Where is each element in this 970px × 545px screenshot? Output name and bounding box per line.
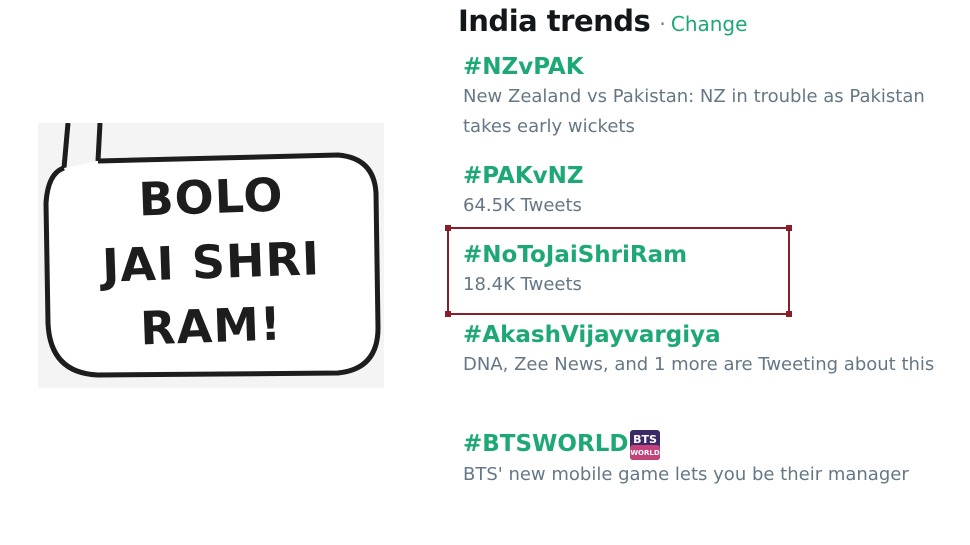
highlight-box bbox=[445, 225, 792, 317]
trend-name[interactable]: #AkashVijayvargiya bbox=[463, 320, 953, 350]
highlight-corner bbox=[786, 225, 792, 231]
trend-name[interactable]: #PAKvNZ bbox=[463, 161, 953, 191]
svg-text:WORLD: WORLD bbox=[631, 449, 661, 457]
trends-title: India trends bbox=[458, 4, 651, 38]
trend-tweet-count: 64.5K Tweets bbox=[463, 195, 582, 216]
highlight-corner bbox=[445, 311, 451, 317]
highlight-corner bbox=[786, 311, 792, 317]
speech-bubble-image: BOLO JAI SHRI RAM! bbox=[38, 123, 384, 388]
trends-header: India trends · Change bbox=[458, 4, 747, 38]
highlight-corner bbox=[445, 225, 451, 231]
trend-item[interactable]: #BTSWORLD BTS WORLD BTS' new mobile game… bbox=[463, 429, 953, 490]
trend-name-text[interactable]: #BTSWORLD bbox=[463, 431, 628, 457]
trend-description: New Zealand vs Pakistan: NZ in trouble a… bbox=[463, 86, 925, 137]
trend-item[interactable]: #PAKvNZ 64.5K Tweets bbox=[463, 161, 953, 221]
bts-world-icon: BTS WORLD bbox=[630, 430, 661, 460]
svg-text:BTS: BTS bbox=[634, 433, 658, 446]
trend-item[interactable]: #AkashVijayvargiya DNA, Zee News, and 1 … bbox=[463, 320, 953, 380]
trend-description: BTS' new mobile game lets you be their m… bbox=[463, 464, 909, 485]
trend-name[interactable]: #NZvPAK bbox=[463, 52, 953, 82]
trend-item[interactable]: #NZvPAK New Zealand vs Pakistan: NZ in t… bbox=[463, 52, 953, 142]
trend-description: DNA, Zee News, and 1 more are Tweeting a… bbox=[463, 354, 935, 375]
header-separator: · bbox=[659, 12, 666, 36]
trend-name[interactable]: #BTSWORLD BTS WORLD bbox=[463, 429, 953, 460]
change-link[interactable]: Change bbox=[671, 12, 748, 36]
